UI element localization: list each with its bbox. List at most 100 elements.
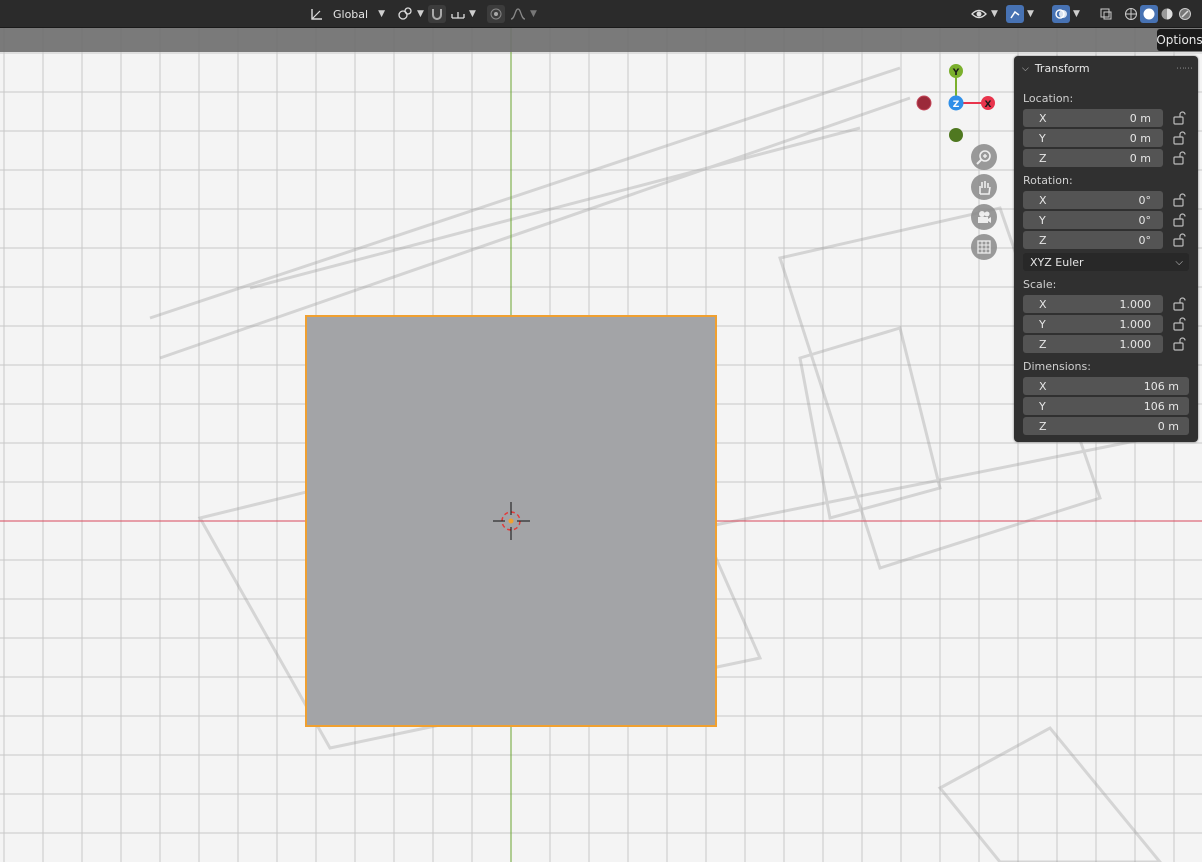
pivot-point-icon bbox=[398, 7, 412, 20]
camera-icon bbox=[978, 211, 991, 223]
dimensions-label: Dimensions: bbox=[1023, 360, 1091, 373]
falloff-curve-icon bbox=[510, 8, 526, 20]
chevron-down-icon: ▼ bbox=[991, 9, 998, 19]
rotation-label: Rotation: bbox=[1023, 174, 1073, 187]
proportional-falloff-dropdown[interactable]: ▼ bbox=[509, 4, 537, 24]
gizmo-toggle[interactable]: ▼ bbox=[1006, 4, 1034, 24]
rendered-shading-icon[interactable] bbox=[1176, 5, 1194, 23]
proportional-editing-toggle[interactable] bbox=[487, 4, 505, 24]
grid-icon bbox=[977, 240, 991, 254]
axis-label: X bbox=[1039, 193, 1047, 207]
rotation-mode-value: XYZ Euler bbox=[1030, 255, 1084, 269]
axis-label: Z bbox=[1039, 233, 1047, 247]
lock-icon[interactable] bbox=[1172, 193, 1186, 207]
field-value: 0° bbox=[1138, 233, 1152, 247]
axis-label: Y bbox=[1039, 213, 1046, 227]
xray-toggle[interactable] bbox=[1097, 4, 1115, 24]
scale-y-field[interactable]: Y 1.000 bbox=[1023, 315, 1163, 333]
xray-icon bbox=[1097, 5, 1115, 23]
lock-icon[interactable] bbox=[1172, 213, 1186, 227]
field-value: 0 m bbox=[1129, 111, 1151, 125]
axis-label: Y bbox=[1039, 399, 1046, 413]
gizmo-x-label: X bbox=[985, 100, 992, 110]
transform-orientation-dropdown[interactable]: Global ▼ bbox=[309, 4, 385, 24]
toggle-projection-button[interactable] bbox=[971, 234, 997, 260]
gizmo-neg-x-icon[interactable] bbox=[916, 95, 932, 111]
lock-icon[interactable] bbox=[1172, 151, 1186, 165]
overlays-icon bbox=[1052, 5, 1070, 23]
hand-icon bbox=[979, 181, 991, 195]
scale-x-field[interactable]: X 1.000 bbox=[1023, 295, 1163, 313]
camera-view-button[interactable] bbox=[971, 204, 997, 230]
dimensions-y-field[interactable]: Y 106 m bbox=[1023, 397, 1189, 415]
lock-icon[interactable] bbox=[1172, 233, 1186, 247]
rotation-y-field[interactable]: Y 0° bbox=[1023, 211, 1163, 229]
dimensions-z-field[interactable]: Z 0 m bbox=[1023, 417, 1189, 435]
field-value: 1.000 bbox=[1119, 297, 1152, 311]
chevron-down-icon: ▼ bbox=[1027, 9, 1034, 19]
material-preview-icon[interactable] bbox=[1158, 5, 1176, 23]
visibility-dropdown[interactable]: ▼ bbox=[970, 4, 998, 24]
tool-header-bar bbox=[0, 28, 1202, 52]
axis-label: Y bbox=[1039, 131, 1046, 145]
lock-icon[interactable] bbox=[1172, 317, 1186, 331]
dimensions-x-field[interactable]: X 106 m bbox=[1023, 377, 1189, 395]
snap-increment-icon bbox=[451, 12, 465, 19]
gizmo-icon bbox=[1006, 5, 1024, 23]
field-value: 0° bbox=[1138, 193, 1152, 207]
eye-icon bbox=[971, 9, 987, 19]
chevron-down-icon: ▼ bbox=[378, 9, 386, 19]
axis-label: Z bbox=[1039, 337, 1047, 351]
transform-panel: ⌵ Transform ⋯⋯ Location: X0 m Y0 m Z0 m … bbox=[1014, 56, 1198, 442]
field-value: 0° bbox=[1138, 213, 1152, 227]
transform-panel-header[interactable]: ⌵ Transform bbox=[1022, 62, 1090, 75]
chevron-down-icon: ⌵ bbox=[1175, 256, 1183, 268]
navigation-gizmo[interactable]: Y Z X bbox=[912, 60, 1002, 150]
location-label: Location: bbox=[1023, 92, 1074, 105]
snap-toggle[interactable] bbox=[428, 4, 446, 24]
lock-icon[interactable] bbox=[1172, 131, 1186, 145]
lock-icon[interactable] bbox=[1172, 297, 1186, 311]
gizmo-y-label: Y bbox=[952, 68, 960, 78]
axis-label: X bbox=[1039, 379, 1047, 393]
rotation-z-field[interactable]: Z 0° bbox=[1023, 231, 1163, 249]
field-value: 106 m bbox=[1143, 399, 1179, 413]
pivot-point-dropdown[interactable]: ▼ bbox=[396, 4, 424, 24]
field-value: 106 m bbox=[1143, 379, 1179, 393]
viewport-header: Global ▼ ▼ ▼ ▼ ▼ ▼ ▼ bbox=[0, 0, 1202, 28]
location-z-field[interactable]: Z 0 m bbox=[1023, 149, 1163, 167]
gizmo-z-label: Z bbox=[953, 100, 960, 110]
lock-icon[interactable] bbox=[1172, 111, 1186, 125]
location-y-field[interactable]: Y 0 m bbox=[1023, 129, 1163, 147]
solid-shading-icon[interactable] bbox=[1140, 5, 1158, 23]
rotation-mode-dropdown[interactable]: XYZ Euler ⌵ bbox=[1023, 253, 1189, 271]
field-value: 0 m bbox=[1129, 151, 1151, 165]
options-tab[interactable]: Options bbox=[1156, 29, 1202, 51]
field-value: 1.000 bbox=[1119, 337, 1152, 351]
chevron-down-icon: ▼ bbox=[530, 9, 537, 19]
chevron-down-icon: ▼ bbox=[1073, 9, 1080, 19]
chevron-down-icon: ⌵ bbox=[1022, 63, 1029, 74]
axis-label: Z bbox=[1039, 151, 1047, 165]
location-x-field[interactable]: X 0 m bbox=[1023, 109, 1163, 127]
magnifier-icon bbox=[976, 150, 991, 165]
rotation-x-field[interactable]: X 0° bbox=[1023, 191, 1163, 209]
axis-label: X bbox=[1039, 111, 1047, 125]
axis-label: Y bbox=[1039, 317, 1046, 331]
scale-z-field[interactable]: Z 1.000 bbox=[1023, 335, 1163, 353]
wireframe-shading-icon[interactable] bbox=[1122, 5, 1140, 23]
scale-label: Scale: bbox=[1023, 278, 1057, 291]
zoom-button[interactable] bbox=[971, 144, 997, 170]
pan-button[interactable] bbox=[971, 174, 997, 200]
axis-label: Z bbox=[1039, 419, 1047, 433]
field-value: 1.000 bbox=[1119, 317, 1152, 331]
chevron-down-icon: ▼ bbox=[469, 9, 476, 19]
drag-handle-icon[interactable]: ⋯⋯ bbox=[1176, 64, 1193, 74]
snap-target-dropdown[interactable]: ▼ bbox=[450, 4, 476, 24]
panel-title: Transform bbox=[1034, 62, 1090, 75]
gizmo-neg-y-icon[interactable] bbox=[949, 128, 963, 142]
lock-icon[interactable] bbox=[1172, 337, 1186, 351]
overlays-toggle[interactable]: ▼ bbox=[1052, 4, 1080, 24]
magnet-icon bbox=[428, 5, 446, 23]
field-value: 0 m bbox=[1129, 131, 1151, 145]
